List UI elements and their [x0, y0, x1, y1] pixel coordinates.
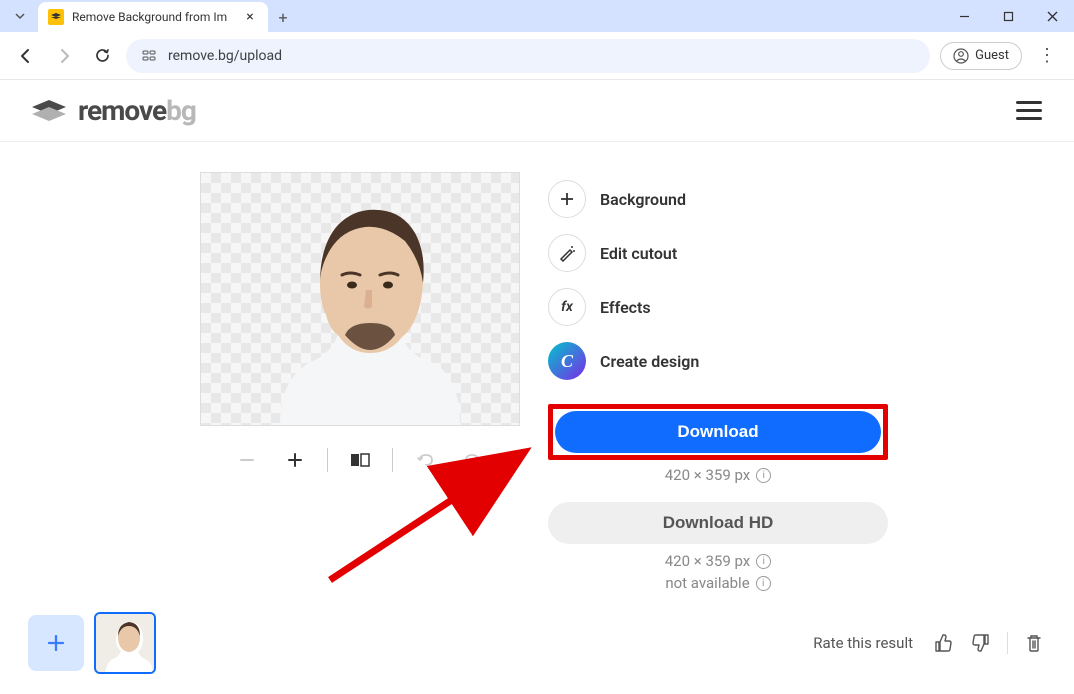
main-content: Background Edit cutout fx Effects C Crea… [0, 142, 1074, 610]
thumbnail-active[interactable] [94, 612, 156, 674]
effects-label: Effects [600, 298, 651, 317]
edit-cutout-action[interactable]: Edit cutout [548, 234, 888, 272]
tab-title: Remove Background from Im [72, 10, 234, 24]
site-logo[interactable]: removebg [28, 94, 196, 127]
thumbs-up-button[interactable] [931, 631, 955, 655]
info-icon[interactable]: i [756, 468, 771, 483]
background-action[interactable]: Background [548, 180, 888, 218]
browser-tab-active[interactable]: Remove Background from Im × [38, 2, 268, 32]
page-header: removebg [0, 80, 1074, 142]
preview-toolbar [223, 444, 497, 476]
download-highlight-box: Download [548, 404, 888, 460]
zoom-out-button[interactable] [223, 444, 271, 476]
window-close-icon[interactable] [1030, 0, 1074, 32]
footer-left [28, 612, 156, 674]
create-design-label: Create design [600, 352, 699, 371]
url-text: remove.bg/upload [168, 48, 282, 64]
logo-text-light: bg [166, 94, 196, 127]
hamburger-menu[interactable] [1012, 97, 1046, 124]
site-settings-icon[interactable] [140, 47, 158, 65]
background-label: Background [600, 190, 686, 209]
browser-toolbar: remove.bg/upload Guest ⋮ [0, 32, 1074, 80]
fx-icon: fx [548, 288, 586, 326]
create-design-action[interactable]: C Create design [548, 342, 888, 380]
guest-label: Guest [975, 48, 1009, 63]
maximize-icon[interactable] [986, 0, 1030, 32]
favicon-icon [48, 9, 64, 25]
compare-button[interactable] [336, 444, 384, 476]
logo-text-bold: remove [78, 94, 166, 127]
footer: Rate this result [28, 612, 1046, 674]
thumbs-down-button[interactable] [969, 631, 993, 655]
effects-action[interactable]: fx Effects [548, 288, 888, 326]
rate-label: Rate this result [813, 634, 913, 652]
minimize-icon[interactable] [942, 0, 986, 32]
download-dimensions: 420 × 359 px i [548, 466, 888, 484]
tab-search-dropdown[interactable] [8, 4, 32, 28]
download-hd-status: not available i [548, 574, 888, 592]
reload-button[interactable] [88, 42, 116, 70]
guest-profile-button[interactable]: Guest [940, 42, 1022, 70]
info-icon[interactable]: i [756, 576, 771, 591]
info-icon[interactable]: i [756, 554, 771, 569]
download-button[interactable]: Download [555, 411, 881, 453]
redo-button[interactable] [449, 444, 497, 476]
addressbar[interactable]: remove.bg/upload [126, 39, 930, 73]
actions-column: Background Edit cutout fx Effects C Crea… [548, 172, 888, 610]
magic-wand-icon [548, 234, 586, 272]
edit-cutout-label: Edit cutout [600, 244, 677, 263]
add-image-button[interactable] [28, 615, 84, 671]
preview-column [200, 172, 520, 610]
person-icon [953, 48, 969, 64]
download-hd-dimensions: 420 × 359 px i [548, 552, 888, 570]
browser-menu-button[interactable]: ⋮ [1032, 41, 1062, 71]
plus-icon [548, 180, 586, 218]
new-tab-button[interactable]: + [268, 2, 298, 32]
browser-tabbar: Remove Background from Im × + [0, 0, 1074, 32]
footer-right: Rate this result [813, 631, 1046, 655]
cutout-result-image [220, 175, 500, 425]
zoom-in-button[interactable] [271, 444, 319, 476]
window-controls [942, 0, 1074, 32]
download-section: Download 420 × 359 px i Download HD 420 … [548, 404, 888, 592]
canva-icon: C [548, 342, 586, 380]
close-icon[interactable]: × [242, 9, 258, 25]
delete-button[interactable] [1022, 631, 1046, 655]
preview-image[interactable] [200, 172, 520, 426]
logo-icon [28, 97, 68, 125]
undo-button[interactable] [401, 444, 449, 476]
download-hd-button[interactable]: Download HD [548, 502, 888, 544]
forward-button[interactable] [50, 42, 78, 70]
back-button[interactable] [12, 42, 40, 70]
